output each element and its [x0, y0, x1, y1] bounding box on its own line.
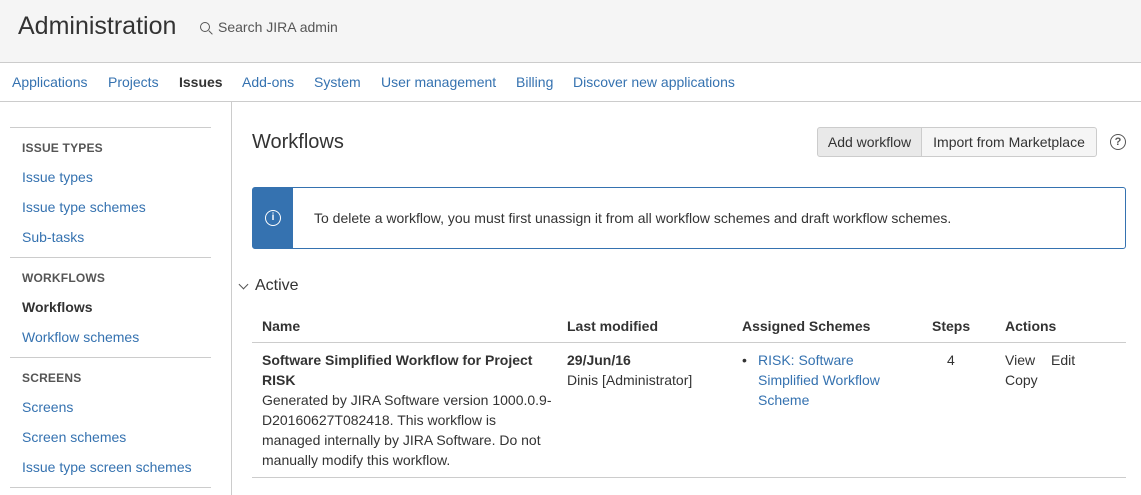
- sidebar-item-issue-types[interactable]: Issue types: [22, 169, 93, 185]
- tab-applications[interactable]: Applications: [12, 74, 88, 90]
- column-header-actions: Actions: [1005, 318, 1057, 334]
- page-header-title: Administration: [18, 12, 177, 40]
- tab-system[interactable]: System: [314, 74, 361, 90]
- search-box[interactable]: [200, 19, 418, 35]
- sidebar-heading-issue-types: ISSUE TYPES: [22, 141, 103, 155]
- sidebar-divider: [10, 127, 211, 128]
- bullet-icon: •: [742, 352, 747, 368]
- last-modified-date: 29/Jun/16: [567, 352, 631, 368]
- sidebar-item-issue-type-schemes[interactable]: Issue type schemes: [22, 199, 146, 215]
- workflow-description: Generated by JIRA Software version 1000.…: [262, 392, 552, 468]
- sidebar-item-workflow-schemes[interactable]: Workflow schemes: [22, 329, 139, 345]
- sidebar-divider: [10, 257, 211, 258]
- search-input[interactable]: [218, 19, 418, 35]
- info-message-text: To delete a workflow, you must first una…: [314, 210, 952, 226]
- chevron-down-icon: [238, 279, 249, 289]
- workflow-name: Software Simplified Workflow for Project…: [262, 352, 533, 388]
- sidebar-item-screen-schemes[interactable]: Screen schemes: [22, 429, 126, 445]
- active-section-label: Active: [255, 277, 299, 294]
- tab-issues[interactable]: Issues: [179, 74, 223, 90]
- last-modified-by: Dinis [Administrator]: [567, 372, 693, 388]
- column-header-steps: Steps: [932, 318, 971, 334]
- info-strip: i: [253, 188, 293, 248]
- workflow-name-cell: Software Simplified Workflow for Project…: [262, 350, 552, 470]
- info-message: i To delete a workflow, you must first u…: [252, 187, 1126, 249]
- active-section-toggle[interactable]: Active: [238, 277, 299, 295]
- sidebar-heading-screens: SCREENS: [22, 371, 82, 385]
- steps-count: 4: [947, 352, 955, 368]
- page-title: Workflows: [252, 131, 344, 153]
- sidebar-item-issue-type-screen-schemes[interactable]: Issue type screen schemes: [22, 459, 192, 475]
- add-workflow-button[interactable]: Add workflow: [817, 127, 922, 157]
- help-icon[interactable]: ?: [1110, 134, 1126, 150]
- tab-projects[interactable]: Projects: [108, 74, 159, 90]
- view-action-link[interactable]: View: [1005, 350, 1035, 370]
- tab-billing[interactable]: Billing: [516, 74, 553, 90]
- info-icon: i: [265, 210, 281, 226]
- sidebar: ISSUE TYPES Issue types Issue type schem…: [0, 102, 232, 495]
- tab-add-ons[interactable]: Add-ons: [242, 74, 294, 90]
- last-modified-cell: 29/Jun/16 Dinis [Administrator]: [567, 350, 727, 390]
- sidebar-heading-workflows: WORKFLOWS: [22, 271, 106, 285]
- column-header-assigned-schemes: Assigned Schemes: [742, 318, 871, 334]
- column-header-name: Name: [262, 318, 301, 334]
- table-divider: [252, 477, 1126, 478]
- tab-discover-new-applications[interactable]: Discover new applications: [573, 74, 735, 90]
- admin-nav: Applications Projects Issues Add-ons Sys…: [0, 63, 1141, 102]
- tab-user-management[interactable]: User management: [381, 74, 496, 90]
- sidebar-item-screens[interactable]: Screens: [22, 399, 73, 415]
- assigned-scheme-link[interactable]: RISK: Software Simplified Workflow Schem…: [758, 350, 898, 410]
- sidebar-item-sub-tasks[interactable]: Sub-tasks: [22, 229, 84, 245]
- edit-action-link[interactable]: Edit: [1051, 350, 1075, 370]
- table-divider: [252, 342, 1126, 343]
- page-header: Administration: [0, 0, 1141, 63]
- copy-action-link[interactable]: Copy: [1005, 370, 1038, 390]
- search-icon: [200, 22, 210, 32]
- column-header-last-modified: Last modified: [567, 318, 659, 334]
- import-from-marketplace-button[interactable]: Import from Marketplace: [921, 127, 1097, 157]
- sidebar-divider: [10, 487, 211, 488]
- sidebar-divider: [10, 357, 211, 358]
- sidebar-item-workflows[interactable]: Workflows: [22, 299, 93, 315]
